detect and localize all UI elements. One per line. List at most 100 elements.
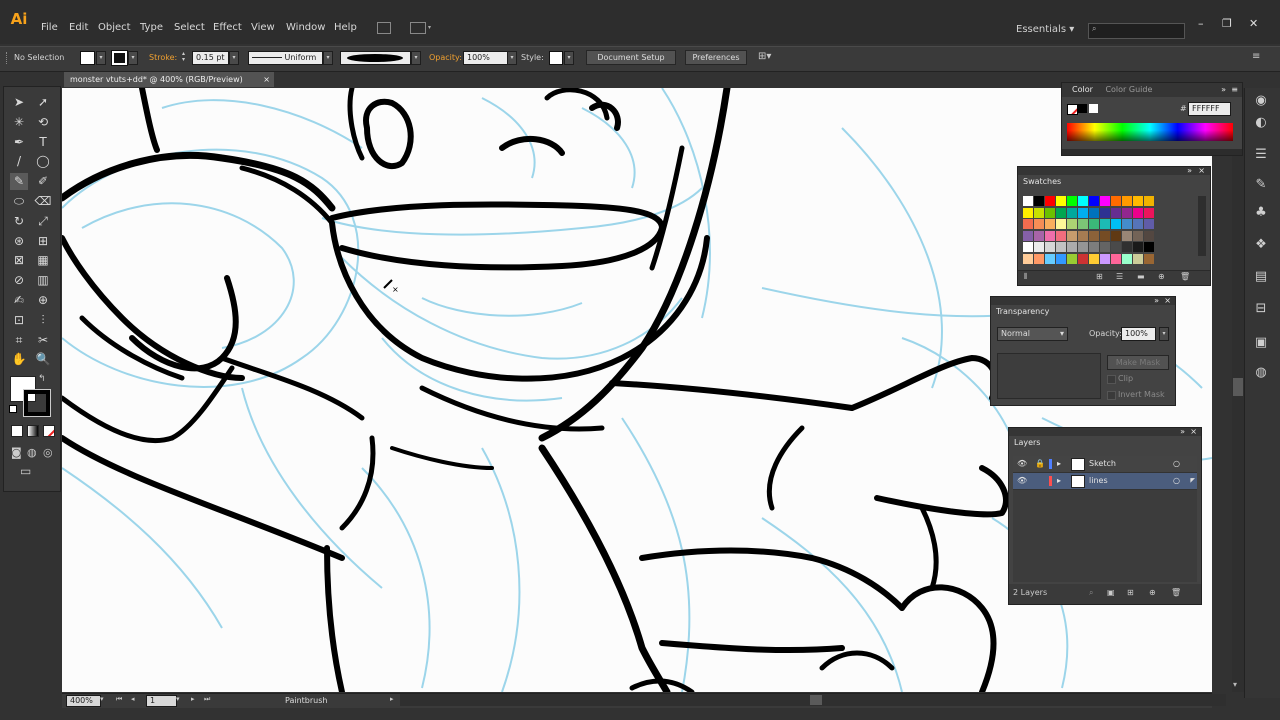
- graphic-styles-icon[interactable]: ❖: [1252, 236, 1270, 254]
- black-swatch[interactable]: [1078, 104, 1087, 113]
- swatches-panel-header[interactable]: » ×: [1018, 164, 1210, 178]
- close-button[interactable]: ✕: [1249, 17, 1258, 30]
- color-swatch[interactable]: [1034, 242, 1044, 252]
- color-swatch[interactable]: [1089, 253, 1099, 264]
- tool-9-icon[interactable]: ✐: [34, 173, 52, 190]
- none-mode-icon[interactable]: [43, 425, 55, 437]
- color-swatch[interactable]: [1067, 230, 1077, 241]
- swatch-options-icon[interactable]: ☰: [1116, 272, 1123, 281]
- transparency-panel-header[interactable]: » ×: [991, 294, 1175, 308]
- color-swatch[interactable]: [1133, 242, 1143, 252]
- color-guide-icon[interactable]: ◐: [1252, 114, 1270, 132]
- color-swatch[interactable]: [1089, 207, 1099, 218]
- color-swatch[interactable]: [1100, 196, 1110, 206]
- color-swatch[interactable]: [1133, 196, 1143, 206]
- first-artboard-icon[interactable]: ⏮: [116, 695, 122, 704]
- tool-3-icon[interactable]: ⟲: [34, 114, 52, 131]
- tool-26-icon[interactable]: ✋: [10, 351, 28, 368]
- color-swatch[interactable]: [1100, 230, 1110, 241]
- appearance-panel-icon[interactable]: ▤: [1252, 268, 1270, 286]
- stroke-swatch[interactable]: [111, 50, 128, 66]
- color-swatch[interactable]: [1122, 196, 1132, 206]
- lock-icon[interactable]: 🔒: [1035, 456, 1045, 472]
- close-tab-icon[interactable]: ×: [263, 72, 270, 87]
- arrange-icon[interactable]: ⊞▾: [758, 51, 771, 62]
- symbols-panel-icon[interactable]: ♣: [1252, 204, 1270, 222]
- vertical-scrollbar[interactable]: [1232, 88, 1244, 692]
- color-mode-icon[interactable]: [11, 425, 23, 437]
- stroke-color-box[interactable]: [23, 389, 51, 417]
- color-swatch[interactable]: [1133, 207, 1143, 218]
- close-panel-icon[interactable]: ×: [1164, 294, 1171, 308]
- menu-type[interactable]: Type: [140, 22, 163, 33]
- color-swatch[interactable]: [1122, 230, 1132, 241]
- new-swatch-icon[interactable]: ⊕: [1158, 272, 1165, 281]
- layer-row-lines[interactable]: 👁 ▸ lines ○ ◤: [1013, 473, 1197, 490]
- new-sublayer-icon[interactable]: ⊞: [1127, 588, 1134, 597]
- help-search-input[interactable]: ⌕: [1088, 23, 1185, 39]
- align-panel-icon[interactable]: ⊟: [1252, 300, 1270, 318]
- color-swatch[interactable]: [1045, 219, 1055, 229]
- color-swatch[interactable]: [1056, 242, 1066, 252]
- color-swatch[interactable]: [1133, 219, 1143, 229]
- tool-23-icon[interactable]: ⫶: [34, 312, 52, 329]
- opacity-dropdown[interactable]: ▾: [507, 51, 517, 65]
- new-layer-icon[interactable]: ⊕: [1149, 588, 1156, 597]
- color-swatch[interactable]: [1133, 253, 1143, 264]
- color-swatch[interactable]: [1078, 207, 1088, 218]
- bridge-icon[interactable]: [377, 22, 391, 34]
- draw-inside-icon[interactable]: ◎: [43, 446, 53, 459]
- color-swatch[interactable]: [1023, 230, 1033, 241]
- color-swatch[interactable]: [1144, 207, 1154, 218]
- expand-triangle-icon[interactable]: ▸: [1057, 473, 1061, 489]
- tool-16-icon[interactable]: ⊠: [10, 252, 28, 269]
- tool-5-icon[interactable]: T: [34, 134, 52, 151]
- color-swatch[interactable]: [1034, 196, 1044, 206]
- opacity-dropdown[interactable]: ▾: [1159, 327, 1169, 341]
- color-swatch[interactable]: [1067, 219, 1077, 229]
- color-swatch[interactable]: [1034, 230, 1044, 241]
- color-swatch[interactable]: [1056, 207, 1066, 218]
- preferences-button[interactable]: Preferences: [685, 50, 747, 65]
- close-panel-icon[interactable]: ×: [1190, 425, 1197, 439]
- layer-name[interactable]: lines: [1089, 473, 1108, 489]
- fill-dropdown[interactable]: ▾: [96, 51, 106, 65]
- color-swatch[interactable]: [1100, 253, 1110, 264]
- tool-27-icon[interactable]: 🔍: [34, 351, 52, 368]
- tool-2-icon[interactable]: ✳: [10, 114, 28, 131]
- tool-20-icon[interactable]: ✍: [10, 292, 28, 309]
- tool-21-icon[interactable]: ⊕: [34, 292, 52, 309]
- fill-swatch[interactable]: [80, 51, 95, 65]
- color-swatch[interactable]: [1122, 253, 1132, 264]
- gradient-mode-icon[interactable]: [27, 425, 39, 437]
- last-artboard-icon[interactable]: ⏭: [204, 695, 210, 704]
- status-menu-arrow-icon[interactable]: ▸: [390, 695, 394, 703]
- color-swatch[interactable]: [1144, 219, 1154, 229]
- color-swatch[interactable]: [1056, 253, 1066, 264]
- white-swatch[interactable]: [1089, 104, 1098, 113]
- zoom-dropdown-icon[interactable]: ▾: [100, 695, 104, 703]
- color-swatch[interactable]: [1111, 242, 1121, 252]
- color-swatch[interactable]: [1078, 196, 1088, 206]
- color-swatch[interactable]: [1111, 219, 1121, 229]
- stroke-stepper[interactable]: ▴ ▾: [182, 51, 190, 63]
- invert-mask-checkbox[interactable]: [1107, 391, 1116, 400]
- delete-layer-icon[interactable]: 🗑: [1171, 588, 1181, 597]
- color-spectrum-bar[interactable]: [1067, 123, 1233, 141]
- color-swatch[interactable]: [1067, 253, 1077, 264]
- vertical-scroll-thumb[interactable]: [1233, 378, 1243, 396]
- tool-8-icon[interactable]: ✎: [10, 173, 28, 191]
- tool-18-icon[interactable]: ⊘: [10, 272, 28, 289]
- collapse-panel-icon[interactable]: »: [1187, 164, 1192, 178]
- collapse-panel-icon[interactable]: »: [1154, 294, 1159, 308]
- tool-1-icon[interactable]: ➚: [34, 94, 52, 111]
- stroke-dropdown[interactable]: ▾: [128, 51, 138, 65]
- horizontal-scroll-thumb[interactable]: [810, 695, 822, 705]
- color-swatch[interactable]: [1089, 230, 1099, 241]
- color-swatch[interactable]: [1056, 230, 1066, 241]
- delete-swatch-icon[interactable]: 🗑: [1180, 272, 1190, 281]
- document-setup-button[interactable]: Document Setup: [586, 50, 676, 65]
- stroke-label[interactable]: Stroke:: [149, 53, 177, 62]
- color-swatch[interactable]: [1045, 242, 1055, 252]
- default-colors-icon[interactable]: [9, 405, 17, 413]
